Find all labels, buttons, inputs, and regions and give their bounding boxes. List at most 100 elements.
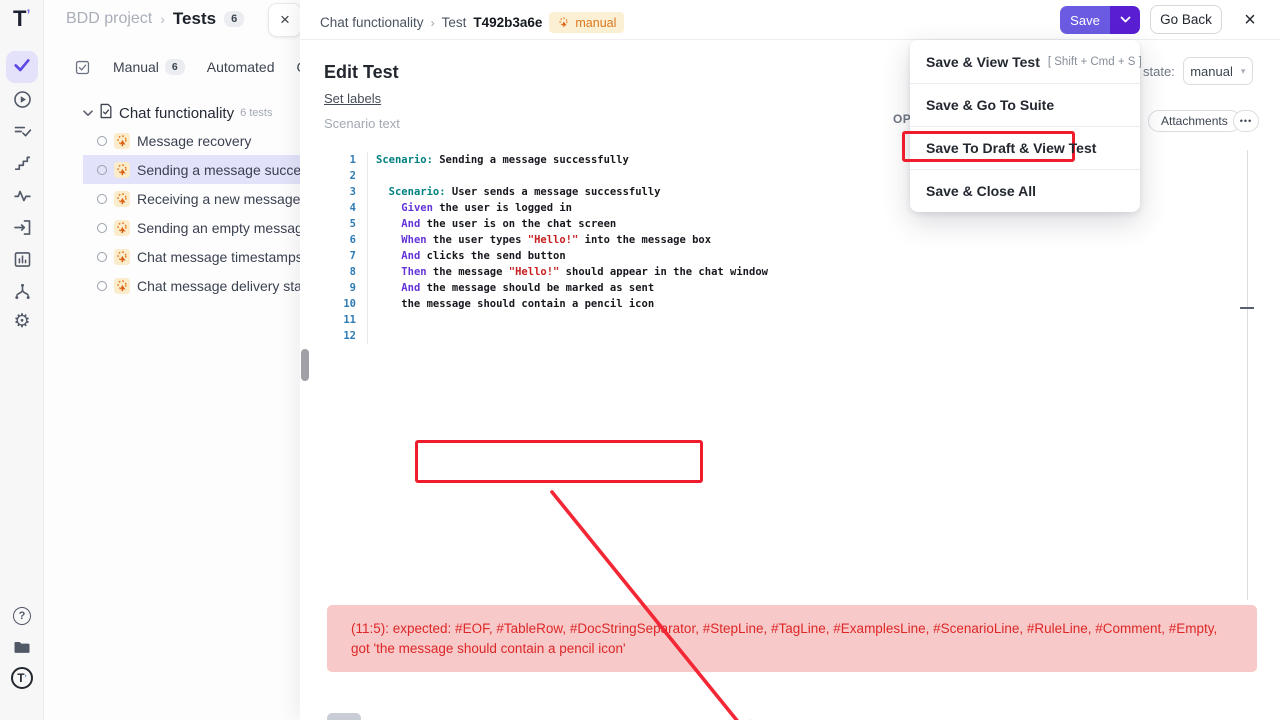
pulse-icon (12, 185, 33, 206)
rail-item-analytics[interactable] (11, 248, 33, 270)
save-dropdown-menu: Save & View Test [ Shift + Cmd + S ] Sav… (910, 40, 1140, 212)
rail-item-test-plans[interactable] (11, 120, 33, 142)
suite-doc-icon (99, 103, 113, 124)
test-title: Sending an empty message (137, 220, 300, 236)
tab-automated[interactable]: Automated (207, 59, 275, 75)
rail-item-pulse[interactable] (11, 184, 33, 206)
hidden-element-edge (327, 713, 361, 720)
code-line: And the user is on the chat screen (376, 216, 768, 232)
menu-item-label: Save & Go To Suite (926, 97, 1054, 113)
test-title: Sending a message succes (137, 162, 300, 178)
scrollbar-thumb[interactable] (301, 349, 309, 381)
manual-test-icon (114, 249, 130, 265)
rail-item-branching[interactable] (11, 280, 33, 302)
test-tree: Chat functionality 6 tests Message recov… (44, 100, 300, 300)
editor-right-border (1247, 150, 1248, 600)
code-line: Scenario: User sends a message successfu… (376, 184, 768, 200)
line-number: 6 (324, 232, 367, 248)
scenario-code-editor[interactable]: 123456789101112 Scenario: Sending a mess… (324, 152, 1248, 600)
chevron-down-icon (1120, 11, 1131, 29)
panel-breadcrumb: BDD project › Tests 6 (66, 9, 244, 29)
code-line: the message should contain a pencil icon (376, 296, 768, 312)
save-dropdown-button[interactable] (1110, 6, 1140, 34)
play-circle-icon (12, 89, 33, 110)
test-title: Chat message timestamps (137, 249, 300, 265)
test-tree-item[interactable]: Sending an empty message (44, 213, 300, 242)
test-title: Receiving a new message (137, 191, 300, 207)
overlay-close-button[interactable]: × (1238, 8, 1262, 32)
breadcrumb-separator: › (160, 11, 165, 27)
suite-row[interactable]: Chat functionality 6 tests (44, 100, 300, 126)
tab-label: Automated (207, 59, 275, 75)
test-tree-item[interactable]: Chat message delivery stat (44, 271, 300, 300)
left-rail: T’ (0, 0, 44, 720)
save-menu-item[interactable]: Save & Go To Suite (910, 83, 1140, 126)
manual-icon (557, 16, 570, 29)
rail-item-projects[interactable] (11, 636, 33, 658)
set-labels-link[interactable]: Set labels (324, 91, 381, 106)
tab-manual-count-badge: 6 (165, 59, 185, 75)
code-line (376, 328, 768, 344)
state-select[interactable]: manual ▾ (1183, 57, 1253, 85)
tab-label: Manual (113, 59, 159, 75)
save-menu-item[interactable]: Save & View Test [ Shift + Cmd + S ] (910, 40, 1140, 83)
manual-test-icon (114, 191, 130, 207)
state-label: state: (1143, 64, 1175, 79)
caret-down-icon: ▾ (1241, 66, 1246, 77)
code-line (376, 168, 768, 184)
rail-item-runs[interactable] (11, 88, 33, 110)
attachments-button[interactable]: Attachments (1148, 110, 1241, 132)
manual-test-icon (114, 278, 130, 294)
overlay-topbar: Chat functionality › Test T492b3a6e manu… (300, 0, 1280, 40)
line-number: 8 (324, 264, 367, 280)
editor-gutter: 123456789101112 (324, 152, 368, 344)
rail-item-steps[interactable] (11, 152, 33, 174)
breadcrumb-separator: › (431, 16, 435, 30)
line-number: 11 (324, 312, 367, 328)
test-title: Message recovery (137, 133, 251, 149)
test-tree-item[interactable]: Sending a message succes (83, 155, 300, 184)
annotation-arrow (534, 482, 784, 720)
manual-test-icon (114, 220, 130, 236)
test-tree-item[interactable]: Chat message timestamps (44, 242, 300, 271)
code-line: And clicks the send button (376, 248, 768, 264)
chart-icon (12, 249, 33, 270)
tests-tabs: Manual 6 Automated Out (44, 55, 300, 79)
tab-manual[interactable]: Manual 6 (113, 59, 185, 75)
rail-item-help[interactable]: ? (11, 605, 33, 627)
panel-close-button[interactable]: × (268, 3, 300, 37)
manual-test-icon (114, 162, 130, 178)
save-button[interactable]: Save (1060, 6, 1110, 34)
breadcrumb-suite-link[interactable]: Chat functionality (320, 15, 424, 30)
line-number: 12 (324, 328, 367, 344)
go-back-button[interactable]: Go Back (1150, 5, 1222, 34)
profile-logo-icon: T’ (11, 667, 33, 689)
rail-item-import[interactable] (11, 216, 33, 238)
save-split-button: Save (1060, 6, 1140, 34)
menu-item-shortcut: [ Shift + Cmd + S ] (1048, 56, 1142, 68)
editor-resize-handle[interactable] (1240, 307, 1254, 309)
edit-test-title: Edit Test (324, 62, 399, 83)
save-menu-item[interactable]: Save To Draft & View Test (910, 126, 1140, 169)
gear-icon: ⚙ (13, 312, 30, 331)
page-title: Tests (173, 9, 216, 29)
partially-hidden-label: OP (893, 112, 911, 126)
save-menu-item[interactable]: Save & Close All (910, 169, 1140, 212)
gherkin-error-banner: (11:5): expected: #EOF, #TableRow, #DocS… (327, 605, 1257, 672)
test-title: Chat message delivery stat (137, 278, 300, 294)
test-tree-item[interactable]: Message recovery (44, 126, 300, 155)
branch-icon (12, 281, 33, 302)
app-logo[interactable]: T’ (13, 6, 30, 32)
line-number: 3 (324, 184, 367, 200)
code-line (376, 312, 768, 328)
rail-item-profile[interactable]: T’ (11, 667, 33, 689)
line-number: 10 (324, 296, 367, 312)
rail-item-settings[interactable]: ⚙ (11, 310, 33, 332)
tests-panel: BDD project › Tests 6 × Manual 6 Automat… (44, 0, 300, 720)
test-tree-item[interactable]: Receiving a new message (44, 184, 300, 213)
more-options-button[interactable]: ••• (1233, 110, 1259, 132)
state-value: manual (1190, 64, 1233, 79)
code-line: Scenario: Sending a message successfully (376, 152, 768, 168)
rail-item-tests[interactable] (6, 51, 38, 83)
breadcrumb-project-link[interactable]: BDD project (66, 10, 152, 28)
